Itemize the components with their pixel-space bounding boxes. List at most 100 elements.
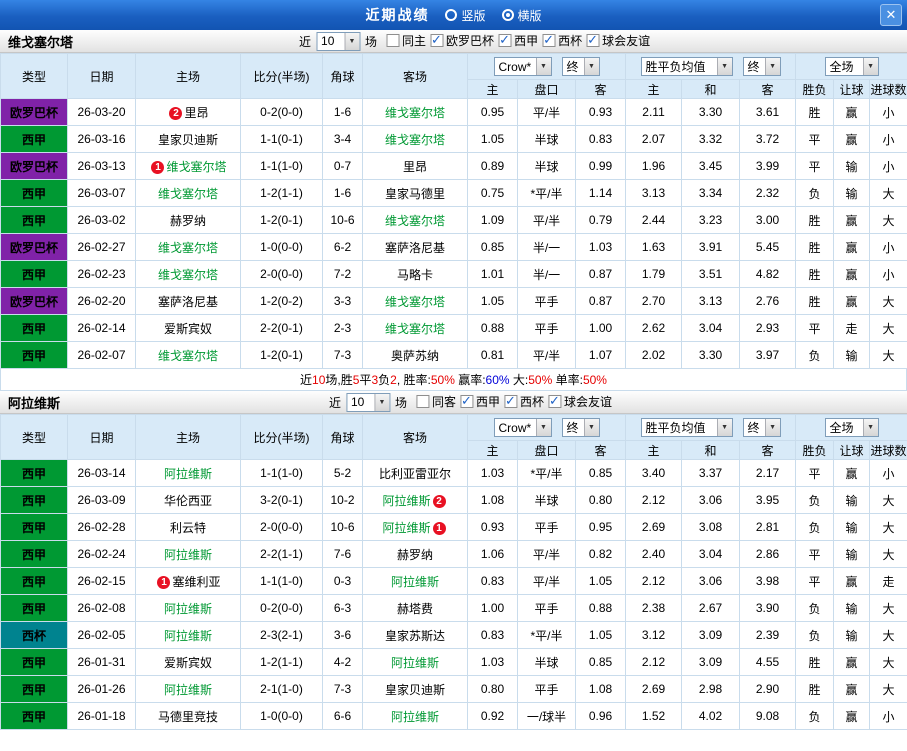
avg-home-odds: 2.69 [625, 513, 683, 541]
radio-vertical-layout[interactable]: 竖版 [445, 7, 486, 24]
chevron-down-icon: ▼ [716, 58, 732, 75]
home-team-cell: 爱斯宾奴 [135, 314, 241, 342]
competition-type: 欧罗巴杯 [0, 152, 68, 180]
checkbox-unchecked-icon[interactable] [415, 395, 429, 408]
final-handicap-select[interactable]: 终 ▼ [561, 57, 600, 76]
match-count-select[interactable]: 10 ▼ [345, 392, 390, 412]
away-team-cell: 比利亚雷亚尔 [362, 459, 468, 487]
checkbox-checked-icon[interactable] [542, 32, 556, 48]
match-row: 西甲 26-01-31 爱斯宾奴 1-2(1-1) 4-2 阿拉维斯 1.03 半球 0.85 2… [0, 648, 907, 676]
bookmaker-select[interactable]: Crow* ▼ [493, 418, 552, 437]
score: 1-0(0-0) [240, 233, 323, 261]
home-team-cell: 阿拉维斯 [135, 621, 241, 649]
result-wdl: 平 [795, 125, 835, 153]
competition-type: 西甲 [0, 594, 68, 622]
result-handicap: 输 [833, 341, 871, 369]
avg-away-odds: 3.72 [739, 125, 797, 153]
filter-checkbox[interactable]: 同客 [415, 393, 456, 410]
competition-type: 西甲 [0, 567, 68, 595]
scope-select[interactable]: 全场 ▼ [824, 57, 879, 76]
team-name-text: 维戈塞尔塔 [384, 132, 445, 147]
avg-away-odds: 3.97 [739, 341, 797, 369]
away-team-cell: 皇家马德里 [362, 179, 468, 207]
checkbox-unchecked-icon[interactable] [386, 34, 400, 47]
summary-segment: 近 [300, 373, 313, 387]
bookmaker-select[interactable]: Crow* ▼ [493, 57, 552, 76]
handicap-line: *平/半 [517, 621, 576, 649]
score: 2-2(1-1) [240, 540, 323, 568]
avg-odds-group-header: 胜平负均值 ▼ 终 ▼ [625, 414, 797, 441]
checkbox-checked-icon[interactable] [504, 393, 518, 409]
match-date: 26-03-14 [67, 459, 136, 487]
checkbox-checked-icon[interactable] [586, 32, 600, 48]
team-name-text: 维戈塞尔塔 [384, 105, 445, 120]
result-wdl: 平 [795, 567, 835, 595]
score: 1-2(1-1) [240, 179, 323, 207]
avg-home-odds: 3.13 [625, 179, 683, 207]
score: 1-1(1-0) [240, 567, 323, 595]
avg-home-odds: 2.07 [625, 125, 683, 153]
filter-checkbox[interactable]: 西甲 [498, 32, 538, 49]
chevron-down-icon: ▼ [764, 58, 780, 75]
avg-draw-odds: 3.08 [681, 513, 741, 541]
avg-away-odds: 2.17 [739, 459, 797, 487]
close-button[interactable]: ✕ [880, 4, 902, 26]
avg-draw-odds: 3.30 [681, 341, 741, 369]
avg-odds-select[interactable]: 胜平负均值 ▼ [640, 57, 733, 76]
filter-checkbox-label: 西甲 [514, 34, 539, 48]
team-name: 维戈塞尔塔 [8, 34, 74, 50]
final-avg-select[interactable]: 终 ▼ [742, 57, 781, 76]
match-count-select[interactable]: 10 ▼ [316, 31, 361, 51]
checkbox-checked-icon[interactable] [459, 393, 473, 409]
match-date: 26-02-05 [67, 621, 136, 649]
corners: 3-3 [322, 287, 363, 315]
handicap-away-odds: 1.07 [574, 341, 627, 369]
final-avg-select[interactable]: 终 ▼ [742, 418, 781, 437]
team-name-text: 皇家苏斯达 [384, 628, 445, 643]
result-handicap: 赢 [833, 459, 871, 487]
checkbox-checked-icon[interactable] [498, 32, 512, 48]
avg-away-odds: 5.45 [739, 233, 797, 261]
filter-checkbox[interactable]: 球会友谊 [586, 32, 650, 49]
handicap-line: 半球 [517, 486, 576, 514]
filter-checkbox[interactable]: 西杯 [542, 32, 582, 49]
chevron-down-icon: ▼ [583, 58, 599, 75]
match-date: 26-02-23 [67, 260, 136, 288]
popup-title: 近期战绩 [365, 7, 430, 23]
home-team-cell: 维戈塞尔塔 [135, 179, 241, 207]
red-card-badge: 1 [157, 575, 171, 589]
avg-home-odds: 1.63 [625, 233, 683, 261]
filter-checkbox[interactable]: 球会友谊 [548, 393, 612, 410]
avg-home-odds: 2.02 [625, 341, 683, 369]
result-wdl: 胜 [795, 287, 835, 315]
avg-draw-odds: 3.37 [681, 459, 741, 487]
away-team-cell: 维戈塞尔塔 [362, 287, 468, 315]
handicap-group-header: Crow* ▼ 终 ▼ [466, 414, 627, 441]
scope-select[interactable]: 全场 ▼ [824, 418, 879, 437]
avg-draw-odds: 3.06 [681, 486, 741, 514]
checkbox-checked-icon[interactable] [430, 32, 444, 48]
final-handicap-select[interactable]: 终 ▼ [561, 418, 600, 437]
handicap-away-odds: 0.80 [574, 486, 627, 514]
radio-horizontal-layout[interactable]: 横版 [501, 7, 542, 24]
filter-checkbox[interactable]: 同主 [386, 32, 426, 49]
handicap-away-odds: 1.08 [574, 675, 627, 703]
checkbox-checked-icon[interactable] [548, 393, 562, 409]
result-goals: 大 [869, 594, 907, 622]
filter-checkbox[interactable]: 西甲 [459, 393, 500, 410]
avg-draw-odds: 3.06 [681, 567, 741, 595]
filter-checkbox-label: 同客 [431, 395, 456, 409]
handicap-line: 一/球半 [517, 702, 576, 730]
result-goals: 小 [869, 260, 907, 288]
away-team-cell: 维戈塞尔塔 [362, 125, 468, 153]
filter-checkbox[interactable]: 欧罗巴杯 [430, 32, 494, 49]
home-team-cell: 阿拉维斯 [135, 594, 241, 622]
score: 2-0(0-0) [240, 260, 323, 288]
avg-odds-select[interactable]: 胜平负均值 ▼ [640, 418, 733, 437]
match-row: 西甲 26-02-08 阿拉维斯 0-2(0-0) 6-3 赫塔费 1.00 平手 0.88 2.… [0, 594, 907, 622]
result-goals: 大 [869, 621, 907, 649]
away-team-cell: 维戈塞尔塔 [362, 314, 468, 342]
col-header-wdl: 胜负 [795, 79, 835, 99]
avg-home-odds: 2.38 [625, 594, 683, 622]
filter-checkbox[interactable]: 西杯 [504, 393, 544, 410]
